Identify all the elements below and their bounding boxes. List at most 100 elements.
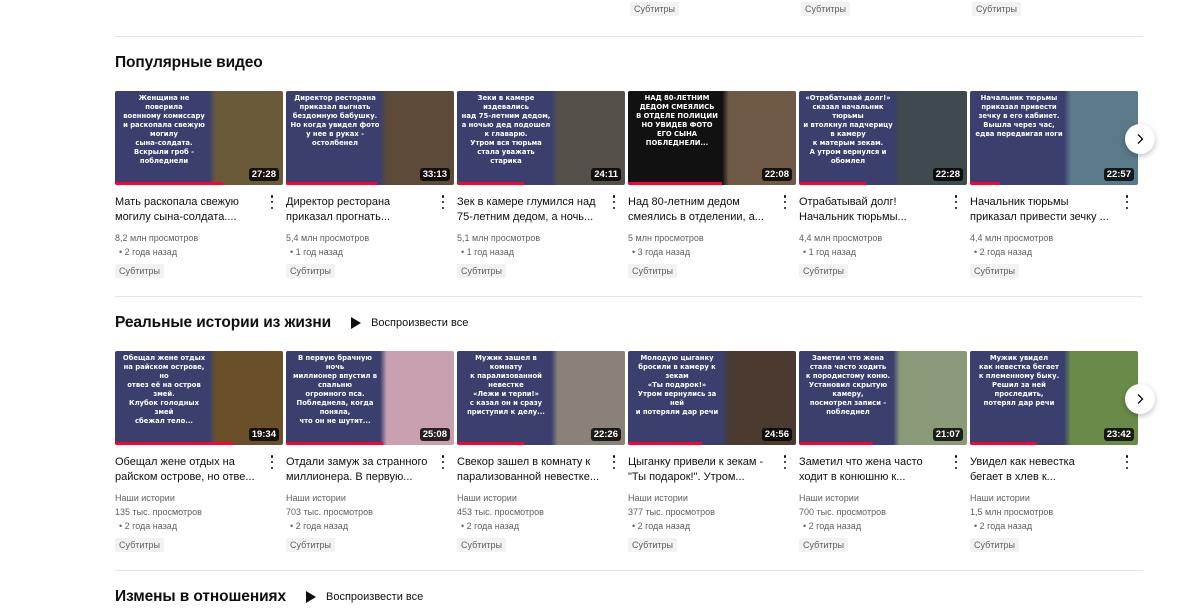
video-meta: Зек в камере глумился над 75-летним дедо…: [457, 195, 625, 279]
video-title[interactable]: Директор ресторана приказал прогнать...: [286, 195, 436, 225]
video-thumbnail[interactable]: В первую брачную ночь миллионер впустил …: [286, 351, 454, 445]
view-count: 703 тыс. просмотров: [286, 507, 373, 517]
video-card[interactable]: Обещал жене отдых на райском острове, но…: [115, 351, 283, 553]
video-card[interactable]: Заметил что жена стала часто ходить к по…: [799, 351, 967, 553]
shelf-title[interactable]: Популярные видео: [115, 54, 263, 72]
video-meta: Свекор зашел в комнату к парализованной …: [457, 455, 625, 553]
video-row-real-stories: Обещал жене отдых на райском острове, но…: [115, 351, 1145, 553]
video-title[interactable]: Заметил что жена часто ходит в конюшню к…: [799, 455, 949, 485]
subtitles-badge: Субтитры: [286, 264, 336, 278]
more-vert-icon[interactable]: [1124, 195, 1130, 209]
video-thumbnail[interactable]: Обещал жене отдых на райском острове, но…: [115, 351, 283, 445]
video-title[interactable]: Отрабатывай долг! Начальник тюрьмы...: [799, 195, 949, 225]
video-card[interactable]: В первую брачную ночь миллионер впустил …: [286, 351, 454, 553]
video-thumbnail[interactable]: Зеки в камере издевались над 75-летним д…: [457, 91, 625, 185]
next-button[interactable]: [1125, 384, 1155, 414]
subtitles-badge: Субтитры: [799, 264, 849, 278]
subtitles-badge: Субтитры: [115, 538, 165, 552]
video-thumbnail[interactable]: Мужик зашел в комнату к парализованной н…: [457, 351, 625, 445]
play-all-button[interactable]: Воспроизвести все: [351, 317, 468, 329]
channel-name[interactable]: Наши истории: [628, 491, 796, 505]
video-card[interactable]: Начальник тюрьмы приказал привести зечку…: [970, 91, 1138, 279]
video-thumbnail[interactable]: «Отрабатывай долг!» сказал начальник тюр…: [799, 91, 967, 185]
video-title[interactable]: Мать раскопала свежую могилу сына-солдат…: [115, 195, 265, 225]
more-vert-icon[interactable]: [953, 455, 959, 469]
more-vert-icon[interactable]: [1124, 455, 1130, 469]
video-meta: Над 80-летним дедом смеялись в отделении…: [628, 195, 796, 279]
more-vert-icon[interactable]: [440, 455, 446, 469]
top-subtitles-badge-3: Субтитры: [972, 2, 1022, 16]
video-thumbnail[interactable]: Заметил что жена стала часто ходить к по…: [799, 351, 967, 445]
video-title[interactable]: Зек в камере глумился над 75-летним дедо…: [457, 195, 607, 225]
channel-name[interactable]: Наши истории: [115, 491, 283, 505]
more-vert-icon[interactable]: [440, 195, 446, 209]
thumbnail-caption: Заметил что жена стала часто ходить к по…: [805, 354, 891, 416]
video-card[interactable]: Директор ресторана приказал выгнать безд…: [286, 91, 454, 279]
channel-name[interactable]: Наши истории: [970, 491, 1138, 505]
more-vert-icon[interactable]: [782, 195, 788, 209]
video-card[interactable]: НАД 80-ЛЕТНИМ ДЕДОМ СМЕЯЛИСЬ В ОТДЕЛЕ ПО…: [628, 91, 796, 279]
more-vert-icon[interactable]: [611, 455, 617, 469]
view-count: 5 млн просмотров: [628, 233, 704, 243]
view-count: 135 тыс. просмотров: [115, 507, 202, 517]
chevron-right-icon: [1137, 134, 1144, 144]
view-count: 377 тыс. просмотров: [628, 507, 715, 517]
video-meta: Отрабатывай долг! Начальник тюрьмы... 4,4…: [799, 195, 967, 279]
video-thumbnail[interactable]: Женщина не поверила военному комиссару и…: [115, 91, 283, 185]
channel-name[interactable]: Наши истории: [799, 491, 967, 505]
video-title[interactable]: Начальник тюрьмы приказал привести зечку…: [970, 195, 1120, 225]
shelf-divider: [115, 570, 1143, 571]
video-card[interactable]: Мужик увидел как невестка бегает к племе…: [970, 351, 1138, 553]
shelf-title[interactable]: Реальные истории из жизни: [115, 314, 331, 332]
play-all-button[interactable]: Воспроизвести все: [305, 591, 423, 603]
duration-badge: 22:28: [932, 168, 963, 181]
thumbnail-caption: Начальник тюрьмы приказал привести зечку…: [975, 94, 1063, 138]
watch-progress-bar: [457, 442, 525, 445]
upload-age: • 2 года назад: [119, 247, 178, 257]
channel-name[interactable]: Наши истории: [457, 491, 625, 505]
video-title[interactable]: Увидел как невестка бегает в хлев к...: [970, 455, 1120, 485]
more-vert-icon[interactable]: [269, 455, 275, 469]
shelf-title[interactable]: Измены в отношениях: [115, 588, 286, 606]
top-subtitles-badge-2: Субтитры: [801, 2, 851, 16]
play-icon: [351, 317, 362, 329]
more-vert-icon[interactable]: [611, 195, 617, 209]
video-card[interactable]: Женщина не поверила военному комиссару и…: [115, 91, 283, 279]
duration-badge: 33:13: [419, 168, 450, 181]
upload-age: • 2 года назад: [803, 521, 862, 531]
video-card[interactable]: Молодую цыганку бросили в камеру к зекам…: [628, 351, 796, 553]
upload-age: • 2 года назад: [461, 521, 520, 531]
video-thumbnail[interactable]: Мужик увидел как невестка бегает к племе…: [970, 351, 1138, 445]
channel-name[interactable]: Наши истории: [286, 491, 454, 505]
video-thumbnail[interactable]: Начальник тюрьмы приказал привести зечку…: [970, 91, 1138, 185]
video-thumbnail[interactable]: Молодую цыганку бросили в камеру к зекам…: [628, 351, 796, 445]
video-thumbnail[interactable]: Директор ресторана приказал выгнать безд…: [286, 91, 454, 185]
duration-badge: 24:56: [761, 428, 792, 441]
video-title[interactable]: Свекор зашел в комнату к парализованной …: [457, 455, 607, 485]
thumbnail-caption: Зеки в камере издевались над 75-летним д…: [461, 94, 551, 165]
video-title[interactable]: Отдали замуж за странного миллионера. В …: [286, 455, 436, 485]
thumbnail-caption: «Отрабатывай долг!» сказал начальник тюр…: [803, 94, 893, 165]
more-vert-icon[interactable]: [953, 195, 959, 209]
upload-age: • 2 года назад: [119, 521, 178, 531]
subtitles-badge: Субтитры: [628, 264, 678, 278]
play-all-label: Воспроизвести все: [371, 317, 469, 329]
view-count: 5,1 млн просмотров: [457, 233, 541, 243]
view-count: 453 тыс. просмотров: [457, 507, 544, 517]
more-vert-icon[interactable]: [782, 455, 788, 469]
video-title[interactable]: Над 80-летним дедом смеялись в отделении…: [628, 195, 778, 225]
video-card[interactable]: Зеки в камере издевались над 75-летним д…: [457, 91, 625, 279]
video-thumbnail[interactable]: НАД 80-ЛЕТНИМ ДЕДОМ СМЕЯЛИСЬ В ОТДЕЛЕ ПО…: [628, 91, 796, 185]
video-meta: Мать раскопала свежую могилу сына-солдат…: [115, 195, 283, 279]
more-vert-icon[interactable]: [269, 195, 275, 209]
video-title[interactable]: Цыганку привели к зекам - "Ты подарок!".…: [628, 455, 778, 485]
thumbnail-caption: Женщина не поверила военному комиссару и…: [123, 94, 205, 165]
video-card[interactable]: Мужик зашел в комнату к парализованной н…: [457, 351, 625, 553]
duration-badge: 25:08: [419, 428, 450, 441]
video-title[interactable]: Обещал жене отдых на райском острове, но…: [115, 455, 265, 485]
watch-progress-bar: [970, 442, 1038, 445]
duration-badge: 24:11: [591, 168, 621, 181]
next-button[interactable]: [1125, 124, 1155, 154]
video-meta: Обещал жене отдых на райском острове, но…: [115, 455, 283, 553]
video-card[interactable]: «Отрабатывай долг!» сказал начальник тюр…: [799, 91, 967, 279]
